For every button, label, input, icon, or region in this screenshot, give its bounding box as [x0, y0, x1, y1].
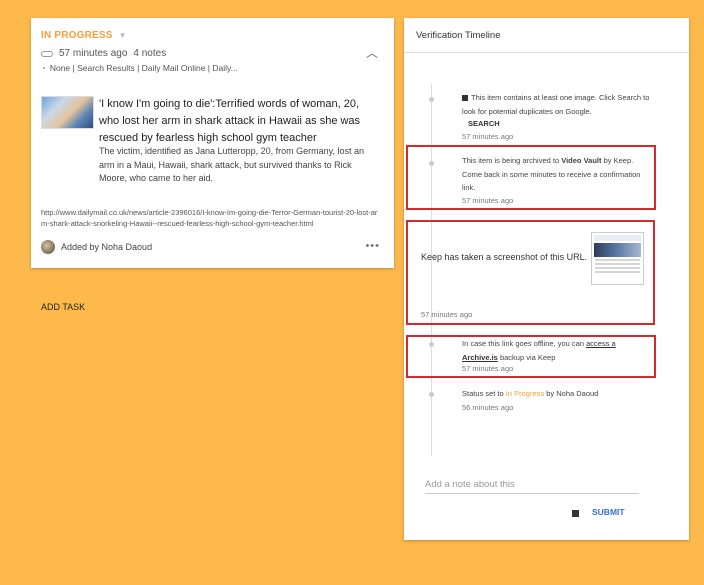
article-description: The victim, identified as Jana Lutteropp…: [99, 146, 364, 183]
timeline-entry-status: Status set to In Progress by Noha Daoud: [462, 389, 599, 398]
timeline-entry-image-notice: This item contains at least one image. C…: [462, 93, 650, 116]
source-text: None | Search Results | Daily Mail Onlin…: [49, 63, 238, 73]
more-options-icon[interactable]: •••: [365, 240, 380, 252]
entry-time: 57 minutes ago: [462, 132, 514, 141]
add-task-button[interactable]: ADD TASK: [41, 302, 85, 312]
added-by-row: Added by Noha Daoud: [41, 240, 152, 254]
screenshot-thumbnail[interactable]: [591, 232, 644, 285]
notes-count: 4 notes: [133, 48, 167, 59]
avatar: [41, 240, 55, 254]
search-button[interactable]: SEARCH: [468, 119, 500, 128]
entry-time: 57 minutes ago: [421, 310, 473, 319]
status-label: IN PROGRESS: [41, 30, 113, 41]
timeline-dot: [429, 97, 434, 102]
article-url[interactable]: http://www.dailymail.co.uk/news/article-…: [41, 207, 381, 229]
timeline-entry-backup: In case this link goes offline, you can …: [462, 339, 616, 362]
panel-title: Verification Timeline: [404, 18, 689, 53]
entry-time: 57 minutes ago: [462, 196, 514, 205]
timeline-entry-screenshot: Keep has taken a screenshot of this URL.: [421, 252, 588, 262]
chevron-up-icon[interactable]: ︿: [366, 44, 378, 61]
chevron-down-icon: ▼: [118, 31, 127, 40]
timeline-dot: [429, 342, 434, 347]
image-icon: [462, 95, 468, 102]
entry-time: 57 minutes ago: [462, 364, 514, 373]
time-ago: 57 minutes ago: [59, 48, 128, 59]
media-card: IN PROGRESS ▼ 57 minutes ago 4 notes ︿ ◔…: [31, 18, 394, 268]
article-title[interactable]: 'I know I'm going to die':Terrified word…: [99, 96, 379, 147]
status-dropdown[interactable]: IN PROGRESS ▼: [41, 30, 127, 41]
note-input[interactable]: [425, 476, 639, 494]
image-icon[interactable]: [572, 510, 579, 517]
archive-is-link[interactable]: Archive.is: [462, 353, 498, 362]
added-by-text: Added by Noha Daoud: [61, 242, 153, 252]
rss-icon: ◔: [41, 63, 46, 73]
archive-link[interactable]: access a: [586, 339, 616, 348]
submit-button[interactable]: SUBMIT: [592, 507, 625, 517]
source-row: ◔ None | Search Results | Daily Mail Onl…: [41, 63, 238, 73]
article-thumbnail[interactable]: [41, 96, 94, 129]
timeline-dot: [429, 161, 434, 166]
link-icon: [41, 50, 53, 57]
timeline-dot: [429, 392, 434, 397]
card-meta: 57 minutes ago 4 notes: [41, 48, 166, 59]
timeline-entry-archive: This item is being archived to Video Vau…: [462, 156, 641, 192]
entry-time: 56 minutes ago: [462, 403, 514, 412]
verification-timeline-panel: Verification Timeline This item contains…: [404, 18, 689, 540]
